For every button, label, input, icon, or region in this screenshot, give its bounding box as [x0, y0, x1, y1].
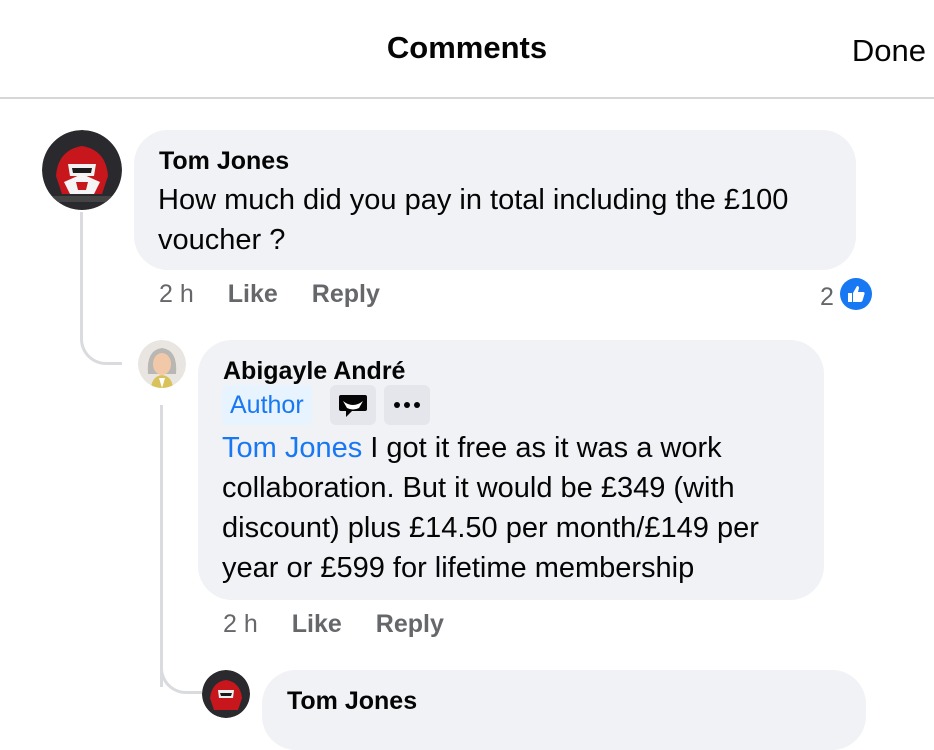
reply-button[interactable]: Reply [376, 610, 444, 638]
like-button[interactable]: Like [228, 280, 278, 308]
thread-line [160, 405, 163, 687]
message-icon[interactable] [330, 385, 376, 425]
author-badge: Author [222, 385, 312, 425]
reaction-count: 2 [820, 283, 834, 311]
mention-link[interactable]: Tom Jones [222, 432, 362, 464]
avatar[interactable] [202, 670, 250, 718]
page-title: Comments [386, 30, 548, 65]
like-button[interactable]: Like [292, 610, 342, 638]
comment-actions: 2 h Like Reply [223, 610, 444, 639]
comment-actions: 2 h Like Reply [159, 280, 380, 309]
comment-author[interactable]: Tom Jones [287, 687, 417, 716]
reply-button[interactable]: Reply [312, 280, 380, 308]
avatar[interactable] [138, 340, 186, 388]
done-button[interactable]: Done [852, 33, 926, 69]
comment-author[interactable]: Abigayle André [223, 357, 405, 386]
reaction-summary[interactable]: 2 [820, 278, 872, 317]
comment-text: Tom Jones I got it free as it was a work… [222, 428, 812, 588]
comment-time: 2 h [223, 610, 258, 638]
comment-time: 2 h [159, 280, 194, 308]
thumbs-up-icon [839, 278, 872, 317]
thread-line [80, 212, 122, 365]
comment-author[interactable]: Tom Jones [159, 147, 289, 176]
comment-text: How much did you pay in total including … [158, 184, 789, 256]
more-options-icon[interactable] [384, 385, 430, 425]
avatar[interactable] [42, 130, 122, 210]
comments-header: Comments Done [0, 0, 934, 99]
thread-line [160, 660, 202, 694]
